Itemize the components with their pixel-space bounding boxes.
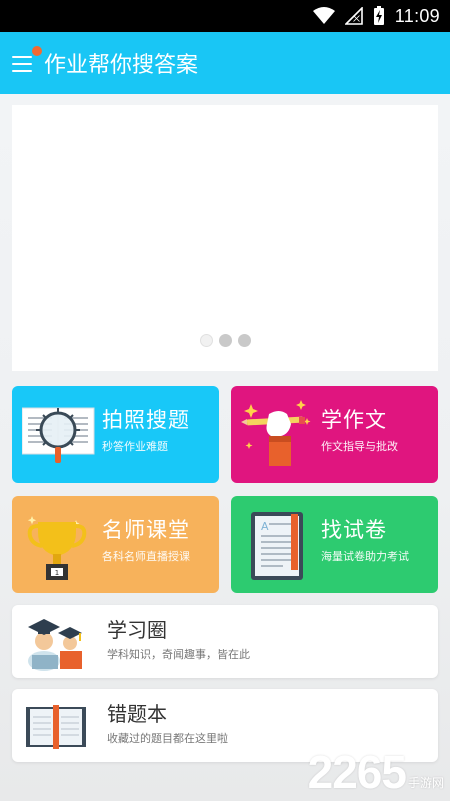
tile-find-exam[interactable]: A 找试卷 海量试卷助力考试 xyxy=(231,496,438,593)
banner-carousel[interactable] xyxy=(12,105,438,371)
open-book-icon xyxy=(24,695,88,757)
status-bar: 11:09 xyxy=(0,0,450,32)
tile-subtitle: 海量试卷助力考试 xyxy=(321,550,409,563)
app-title: 作业帮你搜答案 xyxy=(44,53,199,78)
svg-text:1: 1 xyxy=(55,569,59,577)
tile-title: 学作文 xyxy=(321,408,387,432)
tile-title: 名师课堂 xyxy=(102,518,190,542)
tile-subtitle: 秒答作业难题 xyxy=(102,440,168,453)
magnifier-book-icon xyxy=(21,398,98,474)
carousel-dot[interactable] xyxy=(218,334,232,347)
signal-icon xyxy=(344,7,363,25)
notification-badge xyxy=(32,46,42,56)
card-title: 学习圈 xyxy=(107,618,167,642)
tile-teacher-class[interactable]: 1 名师课堂 各科名师直播授课 xyxy=(12,496,219,593)
card-subtitle: 学科知识，奇闻趣事，皆在此 xyxy=(107,648,250,661)
svg-text:A: A xyxy=(261,520,269,533)
wifi-icon xyxy=(312,7,335,25)
card-title: 错题本 xyxy=(107,702,167,726)
watermark-number: 2265 xyxy=(307,746,407,798)
tile-composition[interactable]: 学作文 作文指导与批改 xyxy=(231,386,438,483)
menu-button[interactable] xyxy=(12,46,42,72)
watermark: 2265 手游网 xyxy=(308,745,444,799)
card-study-circle[interactable]: 学习圈 学科知识，奇闻趣事，皆在此 xyxy=(12,605,438,678)
trophy-icon: 1 xyxy=(22,508,98,584)
hand-pencil-icon xyxy=(241,398,317,474)
watermark-text: 手游网 xyxy=(407,776,444,790)
status-time: 11:09 xyxy=(394,5,440,26)
carousel-dot[interactable] xyxy=(237,334,251,347)
battery-charging-icon xyxy=(373,6,385,26)
app-bar: 作业帮你搜答案 xyxy=(0,32,450,94)
tile-subtitle: 各科名师直播授课 xyxy=(102,550,190,563)
graduates-icon xyxy=(24,611,88,673)
tile-photo-search[interactable]: 拍照搜题 秒答作业难题 xyxy=(12,386,219,483)
exam-tablet-icon: A xyxy=(241,508,317,584)
carousel-indicator xyxy=(12,334,438,347)
tile-subtitle: 作文指导与批改 xyxy=(321,440,398,453)
card-subtitle: 收藏过的题目都在这里啦 xyxy=(107,732,228,745)
tile-title: 拍照搜题 xyxy=(102,408,190,432)
carousel-dot[interactable] xyxy=(199,334,213,347)
tile-title: 找试卷 xyxy=(321,518,387,542)
menu-icon xyxy=(12,56,32,58)
